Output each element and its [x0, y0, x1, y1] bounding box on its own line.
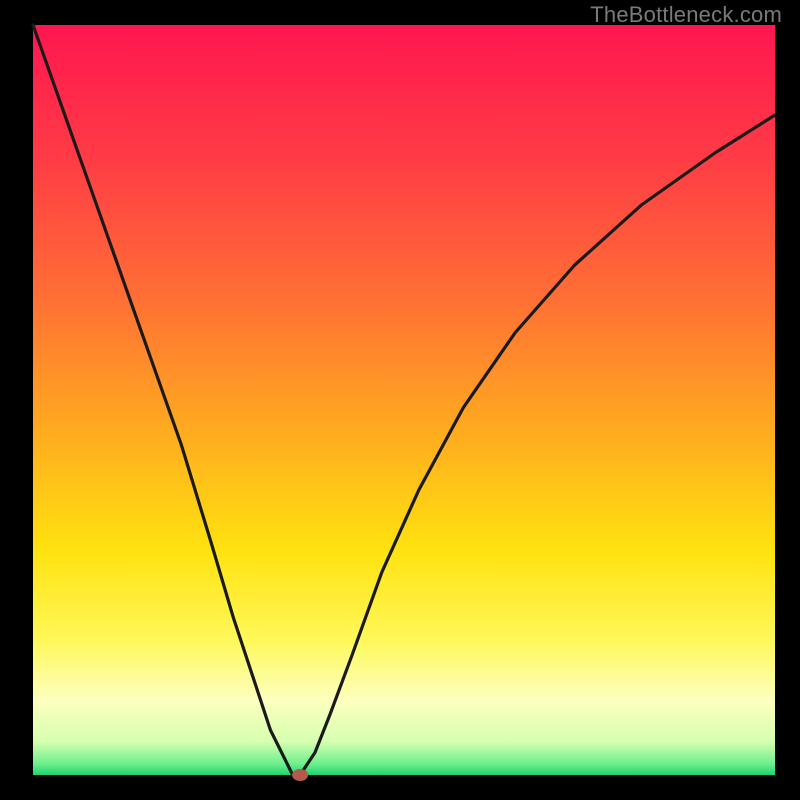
chart-frame: TheBottleneck.com — [0, 0, 800, 800]
watermark-label: TheBottleneck.com — [590, 2, 782, 28]
bottleneck-chart — [0, 0, 800, 800]
optimal-marker — [292, 769, 308, 781]
plot-background — [33, 25, 775, 775]
